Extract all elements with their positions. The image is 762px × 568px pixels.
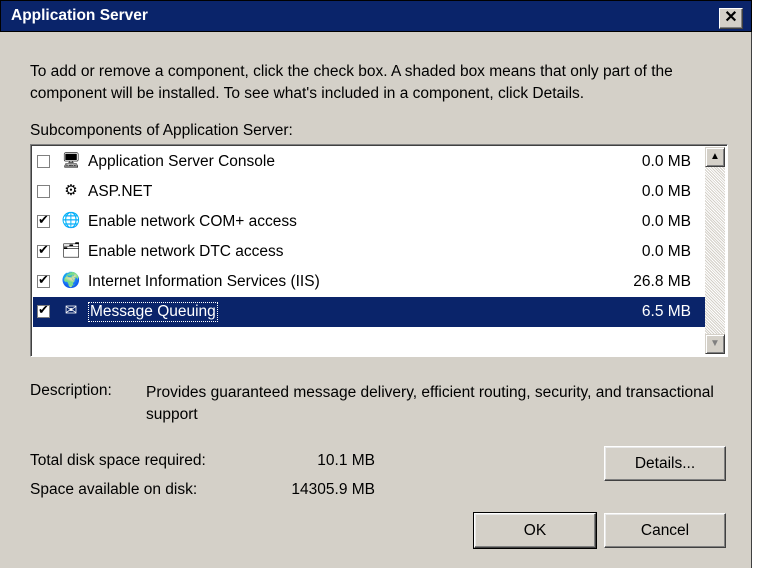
component-label: Message Queuing xyxy=(88,302,218,322)
subcomponents-label: Subcomponents of Application Server: xyxy=(30,122,293,139)
component-checkbox[interactable] xyxy=(37,302,50,318)
component-checkbox[interactable] xyxy=(37,242,50,258)
component-size: 26.8 MB xyxy=(633,273,691,290)
arrow-up-icon: ▲ xyxy=(710,151,720,162)
subcomponents-rows: 🖥 Application Server Console 0.0 MB ⚙ ASP.NE… xyxy=(33,147,707,327)
component-label: Enable network DTC access xyxy=(88,243,284,260)
component-checkbox[interactable] xyxy=(37,272,50,288)
cancel-button[interactable]: Cancel xyxy=(604,513,726,548)
instructions-text: To add or remove a component, click the … xyxy=(30,63,673,102)
component-checkbox[interactable] xyxy=(37,212,50,228)
close-button[interactable]: ✕ xyxy=(719,8,743,29)
scroll-down-button[interactable]: ▼ xyxy=(705,334,725,354)
details-button-label: Details... xyxy=(634,455,696,472)
list-item[interactable]: ⚙ ASP.NET 0.0 MB xyxy=(33,177,707,207)
component-label: Enable network COM+ access xyxy=(88,213,297,230)
window-title: Application Server xyxy=(11,7,148,24)
vertical-scrollbar[interactable]: ▲ ▼ xyxy=(705,147,725,354)
list-item[interactable]: 🖥 Application Server Console 0.0 MB xyxy=(33,147,707,177)
component-size: 0.0 MB xyxy=(641,213,691,230)
title-bar[interactable]: Application Server ✕ xyxy=(0,0,752,32)
cancel-button-label: Cancel xyxy=(640,522,690,539)
description-text: Provides guaranteed message delivery, ef… xyxy=(146,384,714,423)
console-icon: 🖥 xyxy=(61,152,81,169)
component-checkbox[interactable] xyxy=(37,185,50,198)
disk-required-value: 10.1 MB xyxy=(317,452,375,469)
close-icon: ✕ xyxy=(724,9,738,26)
component-size: 0.0 MB xyxy=(641,153,691,170)
disk-available-value: 14305.9 MB xyxy=(291,481,375,498)
scroll-up-button[interactable]: ▲ xyxy=(705,147,725,167)
disk-available-label: Space available on disk: xyxy=(30,481,198,498)
com-icon: 🌐 xyxy=(61,212,81,229)
list-item[interactable]: ✉ Message Queuing 6.5 MB xyxy=(33,297,707,327)
list-item[interactable]: 🌐 Enable network COM+ access 0.0 MB xyxy=(33,207,707,237)
dtc-icon: 🗂 xyxy=(61,242,81,259)
gears-icon: ⚙ xyxy=(64,182,78,199)
list-item[interactable]: 🗂 Enable network DTC access 0.0 MB xyxy=(33,237,707,267)
component-checkbox[interactable] xyxy=(37,155,50,168)
ok-button-label: OK xyxy=(523,522,547,539)
envelope-icon: ✉ xyxy=(64,302,78,319)
component-size: 0.0 MB xyxy=(641,183,691,200)
subcomponents-list[interactable]: 🖥 Application Server Console 0.0 MB ⚙ ASP.NE… xyxy=(30,144,728,357)
component-size: 6.5 MB xyxy=(641,303,691,320)
application-server-dialog: Application Server ✕ To add or remove a … xyxy=(0,0,752,568)
details-button[interactable]: Details... xyxy=(604,446,726,481)
component-label: Application Server Console xyxy=(88,153,275,170)
list-item[interactable]: 🌍 Internet Information Services (IIS) 26.8… xyxy=(33,267,707,297)
disk-required-label: Total disk space required: xyxy=(30,452,206,469)
arrow-down-icon: ▼ xyxy=(710,338,720,349)
component-label: ASP.NET xyxy=(88,183,153,200)
description-label: Description: xyxy=(30,382,112,399)
component-label: Internet Information Services (IIS) xyxy=(88,273,320,290)
iis-icon: 🌍 xyxy=(61,272,81,289)
ok-button[interactable]: OK xyxy=(473,512,597,549)
component-size: 0.0 MB xyxy=(641,243,691,260)
